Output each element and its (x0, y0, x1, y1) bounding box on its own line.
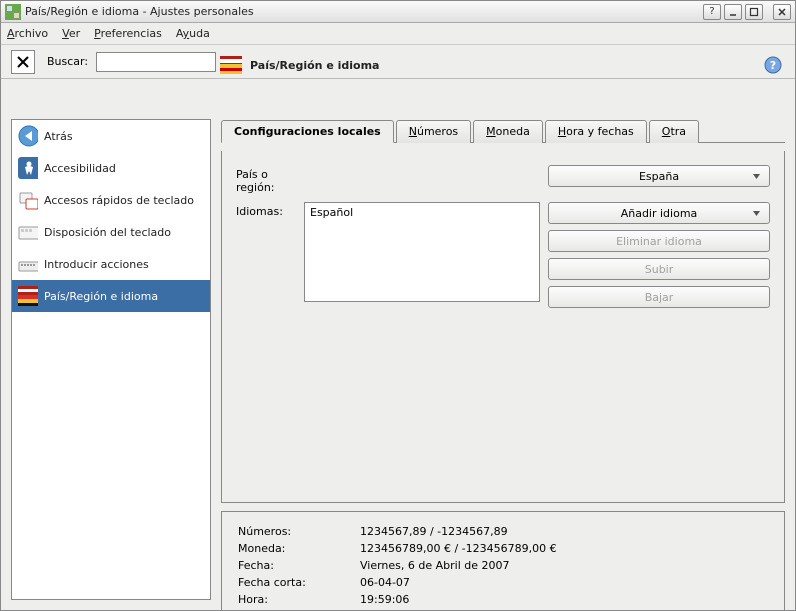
menu-help[interactable]: Ayuda (176, 27, 210, 40)
tab-datetime[interactable]: Hora y fechas (545, 120, 647, 143)
sidebar-item-input-actions[interactable]: Introducir acciones (12, 248, 210, 280)
menu-view[interactable]: Ver (62, 27, 80, 40)
minimize-button[interactable] (724, 4, 742, 20)
tab-other[interactable]: Otra (649, 120, 699, 143)
tab-locale[interactable]: Configuraciones locales (221, 120, 394, 143)
button-label: Subir (645, 263, 674, 276)
sidebar-item-label: Introducir acciones (44, 258, 149, 271)
window: País/Región e idioma - Ajustes personale… (0, 0, 796, 611)
search-input[interactable] (96, 52, 216, 72)
close-button[interactable] (773, 4, 791, 20)
menu-file[interactable]: Archivo (7, 27, 48, 40)
search-label: Buscar: (47, 55, 88, 68)
tab-money[interactable]: Moneda (473, 120, 543, 143)
body: Atrás Accesibilidad Accesos rápidos de t… (1, 79, 795, 610)
help-icon[interactable]: ? (764, 56, 782, 74)
preview-money-label: Moneda: (238, 541, 358, 556)
preview-shortdate-label: Fecha corta: (238, 575, 358, 590)
sidebar: Atrás Accesibilidad Accesos rápidos de t… (11, 119, 211, 600)
app-icon (5, 4, 21, 20)
sidebar-item-label: Accesos rápidos de teclado (44, 194, 194, 207)
svg-text:?: ? (770, 59, 776, 72)
country-label: País o región: (236, 165, 306, 194)
sidebar-back-label: Atrás (44, 130, 73, 143)
add-language-combo[interactable]: Añadir idioma (548, 202, 770, 224)
chevron-down-icon (752, 209, 761, 218)
chevron-down-icon (752, 172, 761, 181)
button-label: Eliminar idioma (616, 235, 702, 248)
toolbar: Buscar: (1, 45, 795, 79)
titlebar: País/Región e idioma - Ajustes personale… (1, 1, 795, 23)
preview-numbers-label: Números: (238, 524, 358, 539)
preview-time-value: 19:59:06 (360, 592, 557, 607)
remove-language-button[interactable]: Eliminar idioma (548, 230, 770, 252)
languages-listbox[interactable]: Español (304, 202, 540, 302)
country-combo[interactable]: España (548, 165, 770, 187)
tab-panel-locale: País o región: España Idiomas: Español A… (221, 151, 785, 503)
preview-shortdate-value: 06-04-07 (360, 575, 557, 590)
clear-search-button[interactable] (11, 50, 35, 74)
back-arrow-icon (18, 126, 38, 146)
sidebar-item-label: Accesibilidad (44, 162, 116, 175)
flags-icon (18, 286, 38, 306)
menu-prefs[interactable]: Preferencias (94, 27, 162, 40)
accessibility-icon (18, 158, 38, 178)
page-title: País/Región e idioma (250, 59, 379, 72)
sidebar-item-label: País/Región e idioma (44, 290, 158, 303)
help-titlebar-button[interactable]: ? (703, 4, 721, 20)
menubar: Archivo Ver Preferencias Ayuda (1, 23, 795, 45)
languages-label: Idiomas: (236, 202, 296, 218)
preview-numbers-value: 1234567,89 / -1234567,89 (360, 524, 557, 539)
preview-money-value: 123456789,00 € / -123456789,00 € (360, 541, 557, 556)
sidebar-item-layout[interactable]: Disposición del teclado (12, 216, 210, 248)
sidebar-back[interactable]: Atrás (12, 120, 210, 152)
tab-label: Configuraciones locales (234, 125, 381, 138)
move-up-button[interactable]: Subir (548, 258, 770, 280)
country-value: España (639, 170, 679, 183)
window-title: País/Región e idioma - Ajustes personale… (25, 5, 700, 18)
keyboard-layout-icon (18, 222, 38, 242)
maximize-button[interactable] (745, 4, 763, 20)
tab-bar: Configuraciones locales Números Moneda H… (221, 119, 785, 143)
keyboard-shortcut-icon (18, 190, 38, 210)
sidebar-item-locale[interactable]: País/Región e idioma (12, 280, 210, 312)
tab-numbers[interactable]: Números (396, 120, 471, 143)
move-down-button[interactable]: Bajar (548, 286, 770, 308)
button-label: Bajar (645, 291, 674, 304)
sidebar-item-shortcuts[interactable]: Accesos rápidos de teclado (12, 184, 210, 216)
preview-table: Números:1234567,89 / -1234567,89 Moneda:… (236, 522, 559, 609)
input-actions-icon (18, 254, 38, 274)
sidebar-item-accessibility[interactable]: Accesibilidad (12, 152, 210, 184)
add-language-label: Añadir idioma (621, 207, 698, 220)
language-item[interactable]: Español (310, 206, 534, 219)
preview-date-label: Fecha: (238, 558, 358, 573)
sidebar-item-label: Disposición del teclado (44, 226, 171, 239)
preview-time-label: Hora: (238, 592, 358, 607)
page-header: País/Región e idioma (220, 56, 379, 74)
preview-date-value: Viernes, 6 de Abril de 2007 (360, 558, 557, 573)
main: Configuraciones locales Números Moneda H… (211, 79, 795, 610)
locale-icon (220, 56, 242, 74)
preview-box: Números:1234567,89 / -1234567,89 Moneda:… (221, 511, 785, 610)
